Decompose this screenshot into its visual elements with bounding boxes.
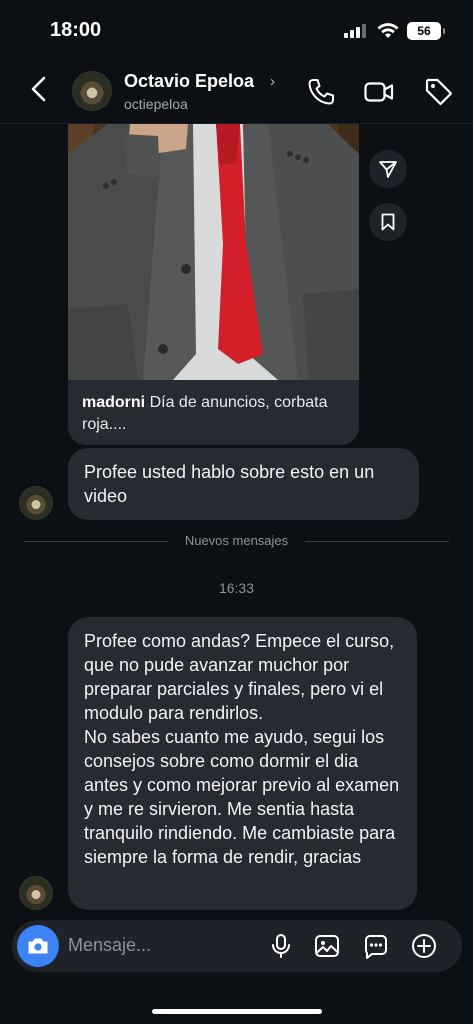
cellular-signal-icon xyxy=(344,24,366,38)
plus-icon[interactable] xyxy=(410,932,438,960)
message-bubble[interactable]: Profee usted hablo sobre esto en un vide… xyxy=(68,448,419,520)
contact-handle[interactable]: octiepeloa xyxy=(124,96,188,112)
chevron-right-icon[interactable]: › xyxy=(270,73,275,90)
post-author[interactable]: madorni xyxy=(82,394,145,411)
message-composer: Mensaje... xyxy=(12,920,462,972)
post-image[interactable] xyxy=(68,124,359,380)
message-timestamp: 16:33 xyxy=(218,580,255,596)
home-indicator[interactable] xyxy=(152,1009,322,1014)
wifi-icon xyxy=(377,23,399,38)
chat-header: Octavio Epeloa › octiepeloa xyxy=(0,60,473,124)
message-bubble[interactable]: Profee como andas? Empece el curso, que … xyxy=(68,617,417,910)
new-messages-divider: Nuevos mensajes xyxy=(24,533,449,548)
video-icon[interactable] xyxy=(363,76,395,108)
post-caption: madorni Día de anuncios, corbata roja...… xyxy=(82,392,347,436)
mic-icon[interactable] xyxy=(267,932,295,960)
contact-name[interactable]: Octavio Epeloa xyxy=(124,71,254,92)
battery-icon: 56 xyxy=(407,22,445,40)
avatar[interactable] xyxy=(72,71,112,111)
message-input[interactable]: Mensaje... xyxy=(68,935,151,956)
share-button[interactable] xyxy=(369,150,407,188)
phone-icon[interactable] xyxy=(305,76,337,108)
suit-photo xyxy=(68,124,359,380)
tag-icon[interactable] xyxy=(423,76,455,108)
status-time: 18:00 xyxy=(50,19,102,41)
save-button[interactable] xyxy=(369,203,407,241)
send-icon xyxy=(379,161,397,178)
sticker-icon[interactable] xyxy=(362,932,390,960)
status-bar: 18:00 56 xyxy=(0,0,473,60)
camera-icon xyxy=(28,938,48,954)
avatar[interactable] xyxy=(19,486,53,520)
bookmark-icon xyxy=(381,213,395,231)
avatar[interactable] xyxy=(19,876,53,910)
shared-post[interactable]: madorni Día de anuncios, corbata roja...… xyxy=(68,124,359,445)
gallery-icon[interactable] xyxy=(313,932,341,960)
back-icon[interactable] xyxy=(26,74,54,104)
camera-button[interactable] xyxy=(17,925,59,967)
divider-label: Nuevos mensajes xyxy=(184,533,289,548)
